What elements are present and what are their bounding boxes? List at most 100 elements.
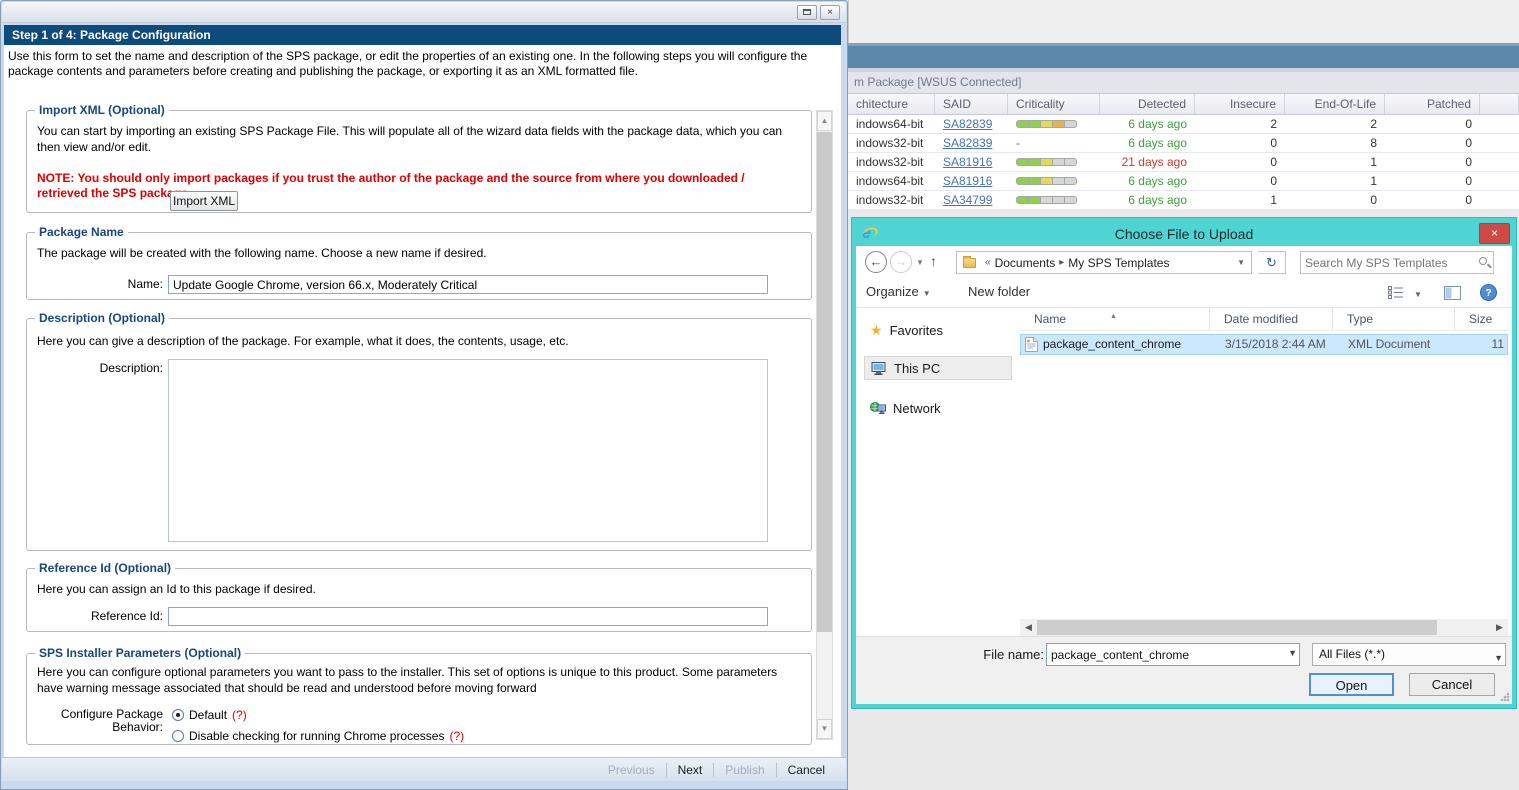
said-link[interactable]: SA82839 [943,117,992,131]
close-button[interactable]: × [820,5,840,20]
wizard-step-header: Step 1 of 4: Package Configuration [4,25,841,45]
cell-architecture: indows32-bit [848,191,935,209]
breadcrumb-documents[interactable]: Documents [995,256,1056,270]
col-insecure[interactable]: Insecure [1195,94,1285,114]
file-name-input[interactable] [1051,645,1276,664]
svg-text:?: ? [1485,288,1491,299]
filetype-chevron-icon[interactable]: ▼ [1494,648,1503,669]
file-type-select[interactable]: All Files (*.*) ▼ [1312,643,1506,666]
panel-title: m Package [WSUS Connected] [848,72,1519,93]
view-mode-chevron-icon[interactable]: ▼ [1414,290,1422,299]
sidebar-item-network[interactable]: Network [864,396,1012,420]
refresh-icon[interactable]: ↻ [1258,251,1286,274]
history-chevron-icon[interactable]: ▼ [916,258,924,267]
maximize-button[interactable] [797,5,817,20]
reference-id-input[interactable] [168,607,768,626]
organize-menu[interactable]: Organize▼ [866,284,931,299]
criticality-bar [1016,120,1077,128]
file-type-value: All Files (*.*) [1319,647,1385,661]
description-label: Description: [27,359,163,377]
help-question-icon[interactable]: (?) [232,708,247,722]
said-link[interactable]: SA81916 [943,174,992,188]
col-size[interactable]: Size [1455,308,1508,330]
dialog-close-button[interactable]: × [1479,223,1510,244]
said-link[interactable]: SA82839 [943,136,992,150]
search-input[interactable] [1305,253,1465,272]
cell-architecture: indows32-bit [848,134,935,152]
table-row[interactable]: indows32-bit SA82839 - 6 days ago 0 8 0 [848,134,1519,153]
col-patched[interactable]: Patched [1385,94,1480,114]
sps-wizard-window: × Step 1 of 4: Package Configuration Use… [0,0,848,790]
col-date-modified[interactable]: Date modified [1210,308,1333,330]
wizard-scrollbar[interactable]: ▲ ▼ [816,110,833,740]
table-row[interactable]: indows64-bit SA81916 6 days ago 0 1 0 [848,172,1519,191]
cell-patched: 0 [1385,115,1480,133]
reference-id-legend: Reference Id (Optional) [35,561,175,575]
cancel-button[interactable]: Cancel [1409,673,1495,696]
sidebar-item-this-pc[interactable]: This PC [864,356,1012,380]
installer-params-section: SPS Installer Parameters (Optional) Here… [26,646,812,745]
sidebar-label: Favorites [890,323,943,338]
said-link[interactable]: SA34799 [943,193,992,207]
wizard-intro-text: Use this form to set the name and descri… [8,49,827,79]
dialog-titlebar[interactable]: e Choose File to Upload × [856,222,1512,246]
scroll-up-icon[interactable]: ▲ [817,111,832,131]
file-date: 3/15/2018 2:44 AM [1211,335,1334,354]
forward-icon[interactable]: → [890,251,912,273]
address-dropdown-icon[interactable]: ▼ [1231,258,1251,267]
sidebar-item-favorites[interactable]: ★ Favorites [864,318,1012,342]
previous-button[interactable]: Previous [597,763,666,777]
table-row[interactable]: indows32-bit SA81916 21 days ago 0 1 0 [848,153,1519,172]
said-link[interactable]: SA81916 [943,155,992,169]
view-mode-icon[interactable] [1388,286,1404,299]
col-architecture[interactable]: chitecture [848,94,935,114]
col-criticality[interactable]: Criticality [1008,94,1100,114]
back-icon[interactable]: ← [865,251,887,273]
package-name-section: Package Name The package will be created… [26,225,812,300]
horizontal-scrollbar[interactable]: ◀ ▶ [1020,619,1508,636]
publish-button[interactable]: Publish [713,763,775,777]
radio-option-default[interactable]: Default (?) [172,708,247,722]
combobox-chevron-icon[interactable]: ▼ [1288,648,1297,658]
hscrollbar-thumb[interactable] [1037,620,1437,635]
file-row-selected[interactable]: package_content_chrome 3/15/2018 2:44 AM… [1020,334,1508,355]
search-box[interactable] [1300,251,1494,274]
help-icon[interactable]: ? [1480,284,1497,301]
up-icon[interactable]: ↑ [930,253,937,269]
table-row[interactable]: indows32-bit SA34799 6 days ago 1 0 0 [848,191,1519,210]
radio-selected-icon[interactable] [172,709,184,721]
scrollbar-thumb[interactable] [817,132,832,632]
package-name-input[interactable] [168,275,768,294]
reference-id-section: Reference Id (Optional) Here you can ass… [26,561,812,632]
col-said[interactable]: SAID [935,94,1008,114]
dialog-main-area: ★ Favorites This PC Network ▲Name Date m… [856,308,1512,619]
reference-id-label: Reference Id: [27,607,163,625]
col-detected[interactable]: Detected [1100,94,1195,114]
scroll-left-icon[interactable]: ◀ [1020,619,1037,636]
wizard-titlebar[interactable]: × [2,2,846,23]
file-name-combobox[interactable]: ▼ [1046,643,1300,666]
preview-pane-icon[interactable] [1444,286,1461,300]
cancel-button[interactable]: Cancel [776,763,836,777]
address-bar[interactable]: « Documents ▸ My SPS Templates ▼ [956,251,1252,274]
file-list: ▲Name Date modified Type Size package_co… [1020,308,1508,619]
package-name-text: The package will be created with the fol… [37,245,783,261]
col-end-of-life[interactable]: End-Of-Life [1285,94,1385,114]
resize-grip[interactable] [1500,692,1510,702]
new-folder-button[interactable]: New folder [968,284,1030,299]
description-textarea[interactable] [168,359,768,542]
radio-unselected-icon[interactable] [172,730,184,742]
open-button[interactable]: Open [1309,673,1394,696]
table-row[interactable]: indows64-bit SA82839 6 days ago 2 2 0 [848,115,1519,134]
next-button[interactable]: Next [666,763,714,777]
configure-behavior-label: Configure Package Behavior: [27,708,163,734]
help-question-icon[interactable]: (?) [449,729,464,743]
col-type[interactable]: Type [1333,308,1455,330]
import-xml-button[interactable]: Import XML [170,191,238,211]
cell-patched: 0 [1385,191,1480,209]
scroll-right-icon[interactable]: ▶ [1491,619,1508,636]
scroll-down-icon[interactable]: ▼ [817,719,832,739]
radio-option-disable-check[interactable]: Disable checking for running Chrome proc… [172,729,464,743]
col-name[interactable]: ▲Name [1020,308,1210,330]
breadcrumb-my-sps-templates[interactable]: My SPS Templates [1068,256,1169,270]
